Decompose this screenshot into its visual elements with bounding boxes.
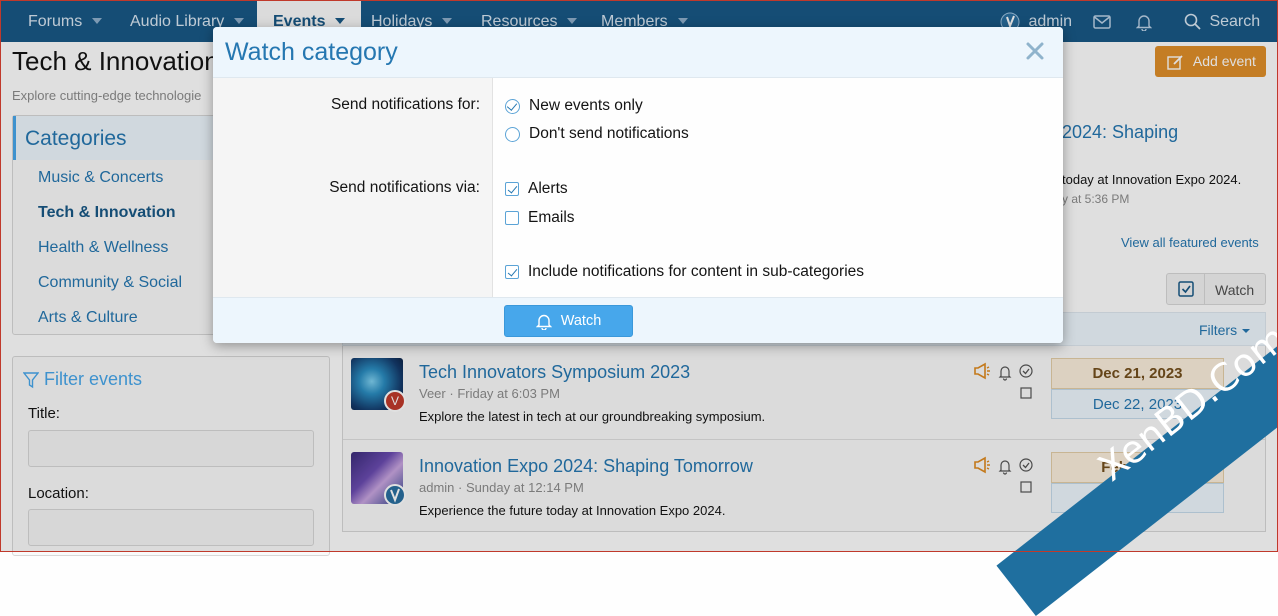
checkbox-alerts[interactable]: Alerts — [505, 178, 568, 200]
checkbox-emails-label: Emails — [528, 209, 575, 226]
close-button[interactable] — [1023, 39, 1047, 63]
checkbox-checked-icon[interactable] — [505, 182, 519, 196]
send-for-label: Send notifications for: — [330, 96, 480, 113]
radio-unchecked-icon[interactable] — [505, 126, 520, 142]
checkbox-sub-categories-label: Include notifications for content in sub… — [528, 263, 865, 280]
radio-new-events-only-label: New events only — [529, 97, 643, 114]
radio-new-events-only[interactable]: New events only — [505, 95, 643, 117]
checkbox-checked-icon[interactable] — [505, 265, 519, 279]
dialog-header: Watch category — [213, 27, 1063, 78]
checkbox-alerts-label: Alerts — [528, 180, 568, 197]
checkbox-sub-categories[interactable]: Include notifications for content in sub… — [505, 261, 864, 283]
send-via-label: Send notifications via: — [329, 179, 480, 196]
watch-submit-button[interactable]: Watch — [504, 305, 633, 337]
dialog-footer: Watch — [213, 297, 1063, 343]
dialog-title: Watch category — [225, 38, 398, 66]
checkbox-emails[interactable]: Emails — [505, 207, 575, 229]
watch-submit-label: Watch — [560, 313, 602, 329]
watch-category-dialog: Watch category Send notifications for: S… — [213, 27, 1063, 343]
label-column: Send notifications for: Send notificatio… — [213, 78, 493, 297]
bell-icon — [535, 314, 552, 330]
checkbox-unchecked-icon[interactable] — [505, 211, 519, 225]
radio-dont-send[interactable]: Don't send notifications — [505, 123, 689, 145]
close-icon — [1026, 42, 1044, 60]
dialog-body: Send notifications for: Send notificatio… — [213, 78, 1063, 297]
radio-checked-icon[interactable] — [505, 98, 520, 114]
radio-dont-send-label: Don't send notifications — [529, 125, 689, 142]
